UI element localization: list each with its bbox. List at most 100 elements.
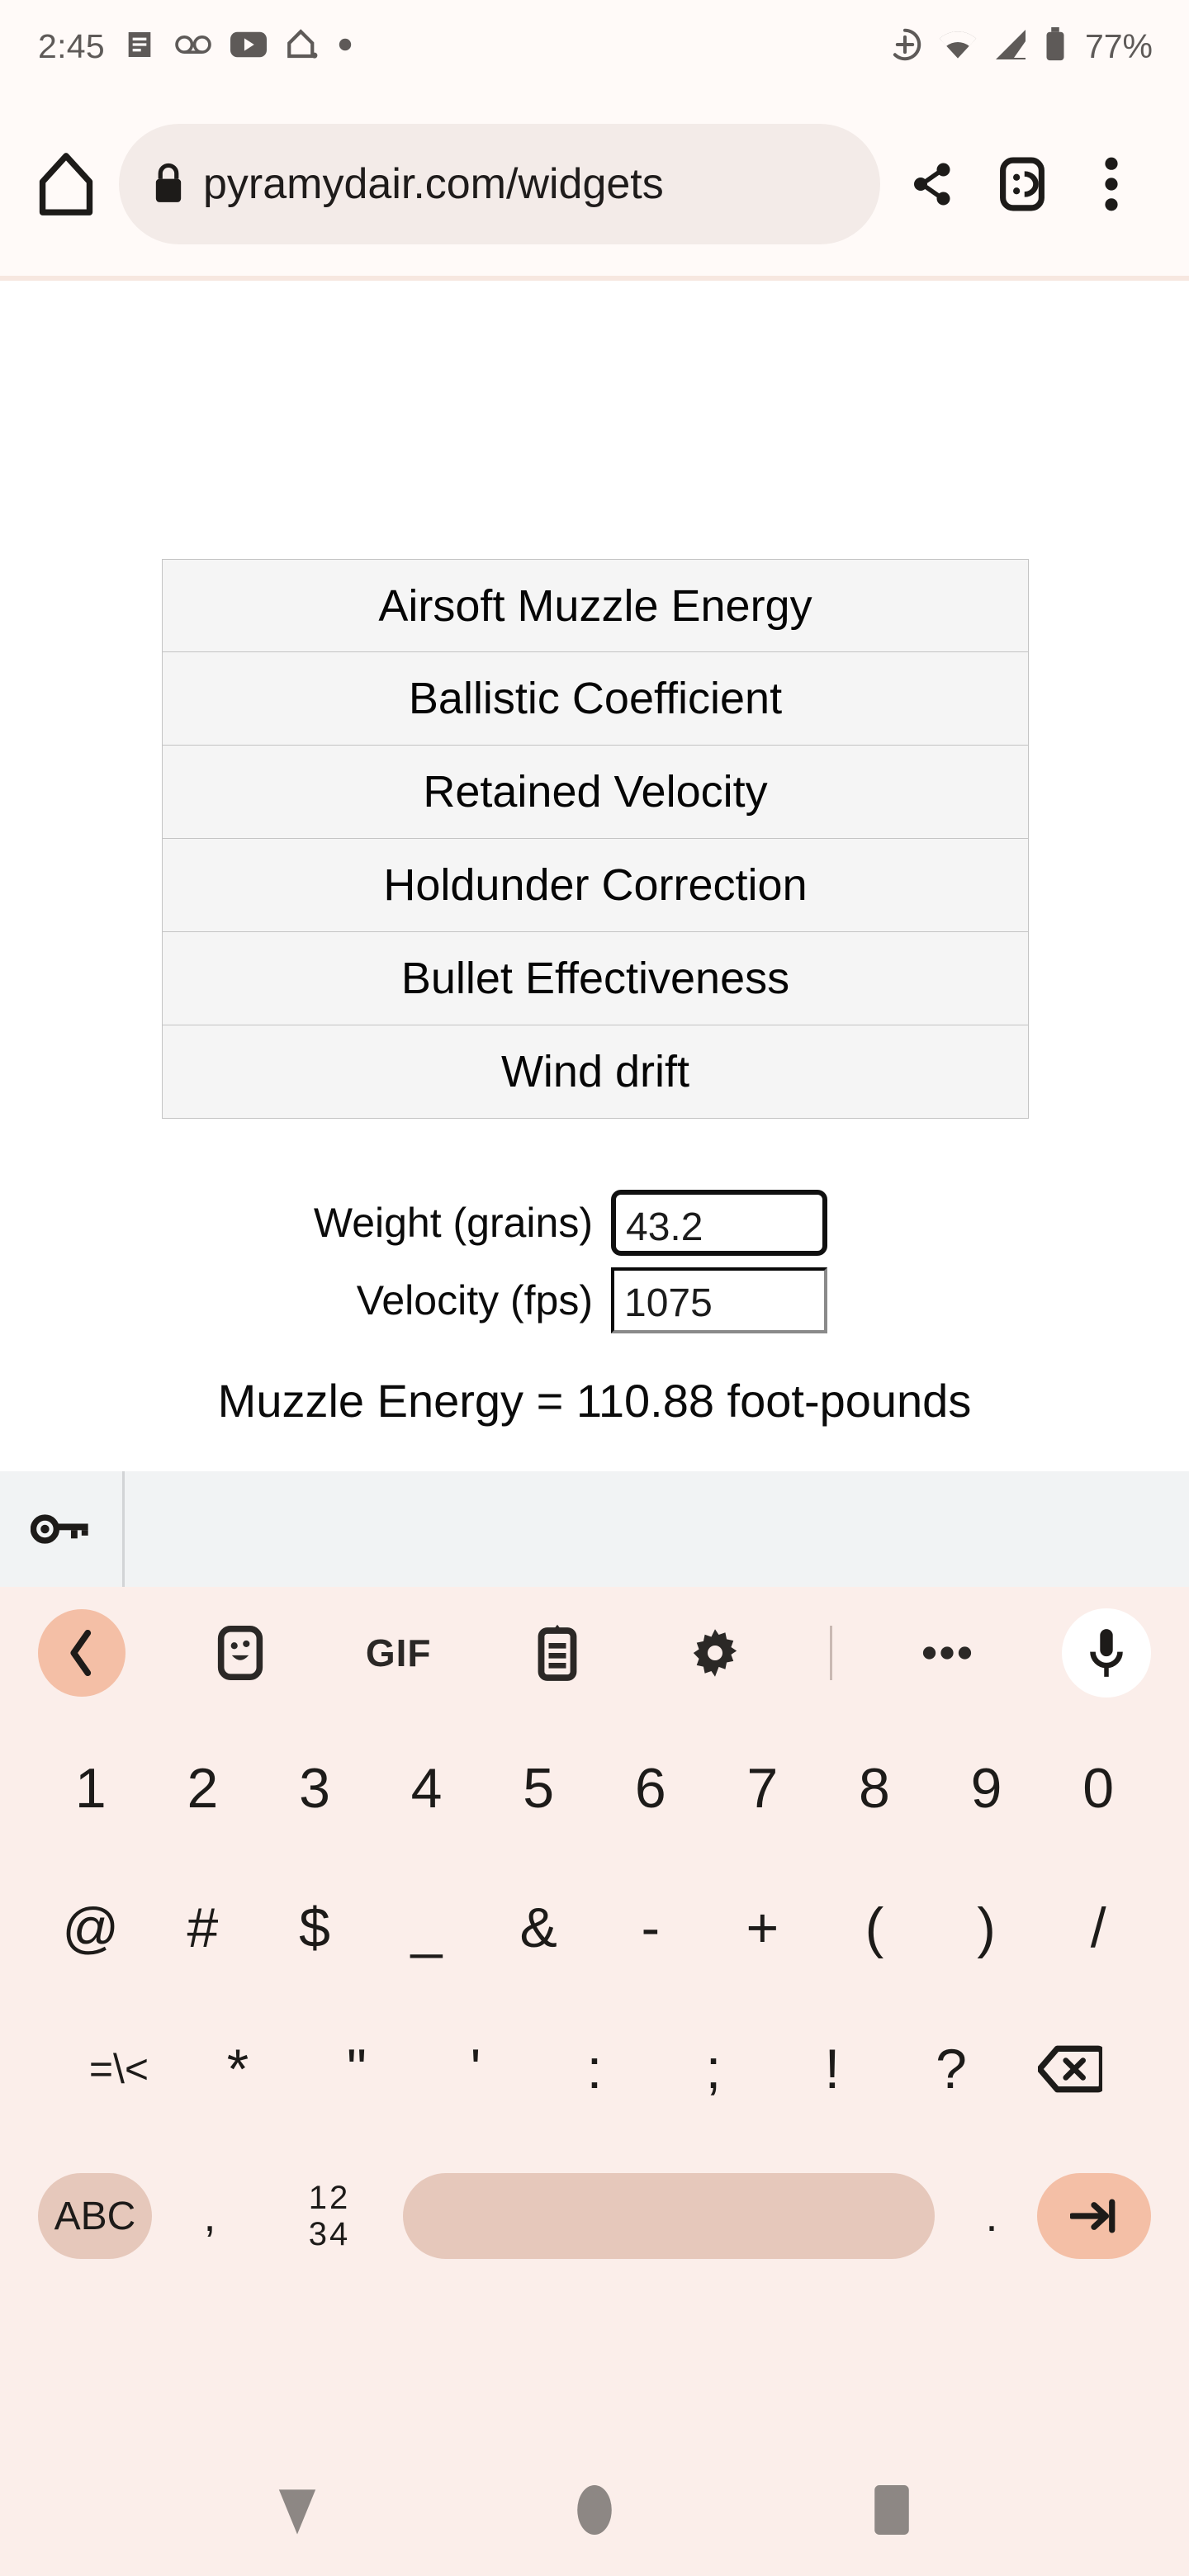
key-0[interactable]: 0 xyxy=(1042,1722,1154,1854)
key-4[interactable]: 4 xyxy=(371,1722,483,1854)
muzzle-energy-form: Weight (grains) 43.2 Velocity (fps) 1075… xyxy=(0,1184,1189,1428)
key-question[interactable]: ? xyxy=(892,2003,1011,2135)
nav-home-circle-icon[interactable] xyxy=(555,2470,634,2550)
dot-icon xyxy=(338,37,353,56)
calculator-list-item[interactable]: Airsoft Muzzle Energy xyxy=(162,559,1029,652)
calculator-list-item-label: Wind drift xyxy=(500,1047,690,1096)
youtube-icon xyxy=(230,28,267,65)
incognito-tab-icon[interactable] xyxy=(978,140,1067,229)
sticker-icon[interactable] xyxy=(197,1609,284,1697)
weight-row: Weight (grains) 43.2 xyxy=(0,1184,1189,1262)
calculator-list: Airsoft Muzzle Energy Ballistic Coeffici… xyxy=(162,559,1029,1119)
web-content: Airsoft Muzzle Energy Ballistic Coeffici… xyxy=(0,276,1189,1471)
key-abc[interactable]: ABC xyxy=(38,2173,152,2259)
velocity-input[interactable]: 1075 xyxy=(611,1267,827,1333)
key-numeric-layout[interactable]: 12 34 xyxy=(268,2173,391,2259)
key-dollar[interactable]: $ xyxy=(258,1862,371,1994)
calculator-list-item[interactable]: Retained Velocity xyxy=(162,746,1029,839)
muzzle-energy-result: Muzzle Energy = 110.88 foot-pounds xyxy=(217,1375,972,1427)
key-ampersand[interactable]: & xyxy=(482,1862,594,1994)
calculator-list-item[interactable]: Bullet Effectiveness xyxy=(162,932,1029,1025)
key-7[interactable]: 7 xyxy=(707,1722,819,1854)
key-icon[interactable] xyxy=(0,1471,122,1587)
more-horizontal-icon[interactable] xyxy=(903,1609,991,1697)
calculator-list-item[interactable]: Wind drift xyxy=(162,1025,1029,1119)
key-paren-close[interactable]: ) xyxy=(931,1862,1043,1994)
content-bottom-fade xyxy=(0,1443,1189,1471)
key-alt-symbols[interactable]: =\< xyxy=(59,2003,178,2135)
key-hyphen[interactable]: - xyxy=(594,1862,707,1994)
key-semicolon[interactable]: ; xyxy=(654,2003,773,2135)
key-comma[interactable]: , xyxy=(152,2173,268,2259)
tab-enter-icon[interactable] xyxy=(1037,2173,1151,2259)
notes-icon xyxy=(123,28,156,65)
calculator-list-item-label: Ballistic Coefficient xyxy=(408,674,783,723)
key-numeric-bottom: 34 xyxy=(308,2216,351,2252)
suggestion-area[interactable] xyxy=(125,1471,1189,1587)
key-plus[interactable]: + xyxy=(707,1862,819,1994)
gif-icon[interactable]: GIF xyxy=(355,1609,443,1697)
key-space[interactable] xyxy=(403,2173,935,2259)
backspace-icon[interactable] xyxy=(1011,2003,1130,2135)
keyboard-row-bottom: ABC , 12 34 . xyxy=(0,2140,1189,2292)
velocity-field-wrap: 1075 xyxy=(611,1267,1189,1333)
key-period[interactable]: . xyxy=(946,2173,1037,2259)
clipboard-icon[interactable] xyxy=(514,1609,601,1697)
key-numeric-top: 12 xyxy=(308,2180,351,2216)
battery-percent-label: 77% xyxy=(1084,26,1153,65)
lock-icon xyxy=(152,161,185,208)
key-5[interactable]: 5 xyxy=(482,1722,594,1854)
key-8[interactable]: 8 xyxy=(818,1722,931,1854)
key-exclamation[interactable]: ! xyxy=(773,2003,892,2135)
calculator-list-item[interactable]: Holdunder Correction xyxy=(162,839,1029,932)
nav-back-triangle-icon[interactable] xyxy=(258,2470,337,2550)
share-icon[interactable] xyxy=(888,140,978,229)
microphone-icon[interactable] xyxy=(1062,1608,1152,1698)
calculator-list-item-label: Airsoft Muzzle Energy xyxy=(378,580,812,631)
key-paren-open[interactable]: ( xyxy=(818,1862,931,1994)
status-bar-clock: 2:45 xyxy=(38,26,105,65)
key-hash[interactable]: # xyxy=(147,1862,259,1994)
chevron-left-icon[interactable] xyxy=(38,1609,126,1697)
key-at[interactable]: @ xyxy=(35,1862,147,1994)
key-single-quote[interactable]: ' xyxy=(416,2003,535,2135)
voicemail-icon xyxy=(174,28,212,65)
key-asterisk[interactable]: * xyxy=(178,2003,297,2135)
nav-recents-square-icon[interactable] xyxy=(852,2470,931,2550)
battery-icon xyxy=(1044,26,1067,66)
weight-input[interactable]: 43.2 xyxy=(611,1190,827,1256)
key-colon[interactable]: : xyxy=(535,2003,654,2135)
status-bar: 2:45 77% xyxy=(0,0,1189,92)
home-icon[interactable] xyxy=(28,146,104,222)
content-top-divider xyxy=(0,276,1189,281)
weight-field-wrap: 43.2 xyxy=(611,1190,1189,1256)
calculator-list-item[interactable]: Ballistic Coefficient xyxy=(162,652,1029,746)
key-2[interactable]: 2 xyxy=(147,1722,259,1854)
toolbar-separator xyxy=(830,1626,833,1680)
keyboard-row-symbols: @ # $ _ & - + ( ) / xyxy=(0,1858,1189,1998)
url-bar[interactable]: pyramydair.com/widgets xyxy=(119,124,880,244)
status-bar-right: 77% xyxy=(887,26,1153,67)
key-underscore[interactable]: _ xyxy=(371,1862,483,1994)
gear-icon[interactable] xyxy=(671,1609,759,1697)
weight-label: Weight (grains) xyxy=(313,1200,593,1246)
keyboard-row-numbers: 1 2 3 4 5 6 7 8 9 0 xyxy=(0,1719,1189,1858)
calculator-list-item-label: Holdunder Correction xyxy=(383,860,808,910)
key-3[interactable]: 3 xyxy=(258,1722,371,1854)
status-bar-left: 2:45 xyxy=(38,27,353,66)
key-1[interactable]: 1 xyxy=(35,1722,147,1854)
calculator-list-item-label: Bullet Effectiveness xyxy=(400,954,790,1003)
key-double-quote[interactable]: " xyxy=(297,2003,416,2135)
gif-label: GIF xyxy=(365,1631,432,1674)
key-6[interactable]: 6 xyxy=(594,1722,707,1854)
key-9[interactable]: 9 xyxy=(931,1722,1043,1854)
data-saver-icon xyxy=(887,26,923,67)
velocity-label: Velocity (fps) xyxy=(356,1277,593,1324)
home-assistant-icon xyxy=(285,28,320,65)
calculator-list-item-label: Retained Velocity xyxy=(423,767,768,817)
on-screen-keyboard: GIF 1 2 3 4 5 6 7 8 9 0 @ # $ _ & - + (… xyxy=(0,1587,1189,2444)
key-slash[interactable]: / xyxy=(1042,1862,1154,1994)
cellular-signal-icon xyxy=(992,28,1029,65)
overflow-menu-icon[interactable] xyxy=(1067,140,1156,229)
velocity-row: Velocity (fps) 1075 xyxy=(0,1262,1189,1339)
